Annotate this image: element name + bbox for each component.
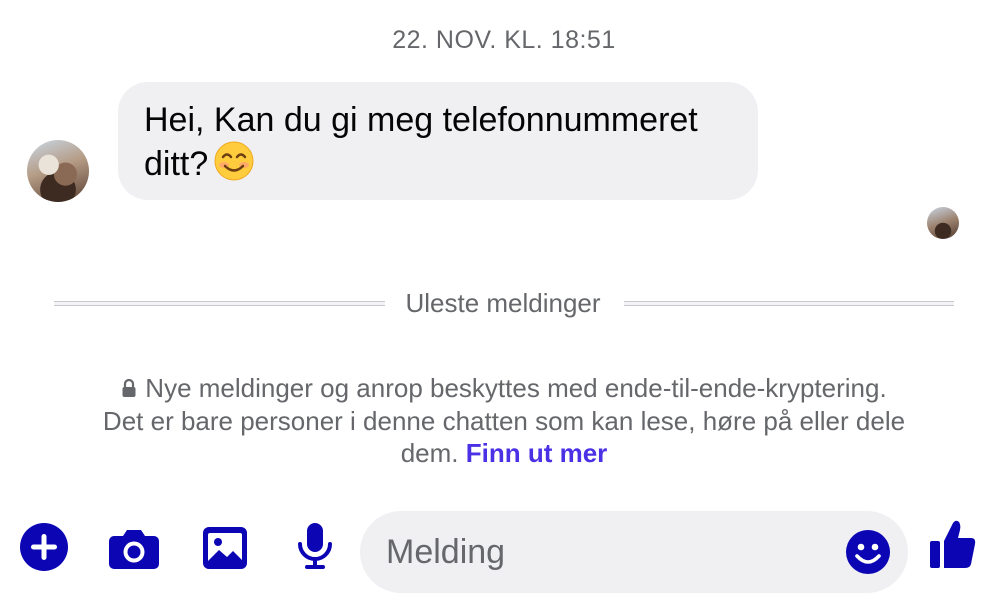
- unread-divider-label: Uleste meldinger: [405, 288, 601, 318]
- sender-avatar[interactable]: [27, 140, 89, 202]
- unread-divider-line-left: [54, 301, 385, 306]
- message-timestamp: 22. NOV. KL. 18:51: [392, 26, 616, 54]
- lock-icon: [121, 373, 137, 405]
- message-bubble[interactable]: Hei, Kan du gi meg telefonnummeret ditt?: [118, 82, 758, 200]
- camera-icon[interactable]: [108, 528, 160, 575]
- message-input[interactable]: [386, 511, 826, 593]
- plus-icon[interactable]: [19, 522, 69, 577]
- emoji-icon[interactable]: [845, 529, 891, 580]
- seen-indicator-avatar: [927, 207, 959, 239]
- microphone-icon[interactable]: [296, 522, 334, 575]
- message-input-box[interactable]: [360, 511, 908, 593]
- encryption-notice: Nye meldinger og anrop beskyttes med end…: [100, 372, 908, 469]
- smiling-face-icon: [214, 141, 254, 191]
- learn-more-link[interactable]: Finn ut mer: [466, 438, 608, 468]
- thumbs-up-icon[interactable]: [929, 519, 977, 576]
- image-icon[interactable]: [201, 525, 249, 576]
- unread-divider-line-right: [624, 301, 954, 306]
